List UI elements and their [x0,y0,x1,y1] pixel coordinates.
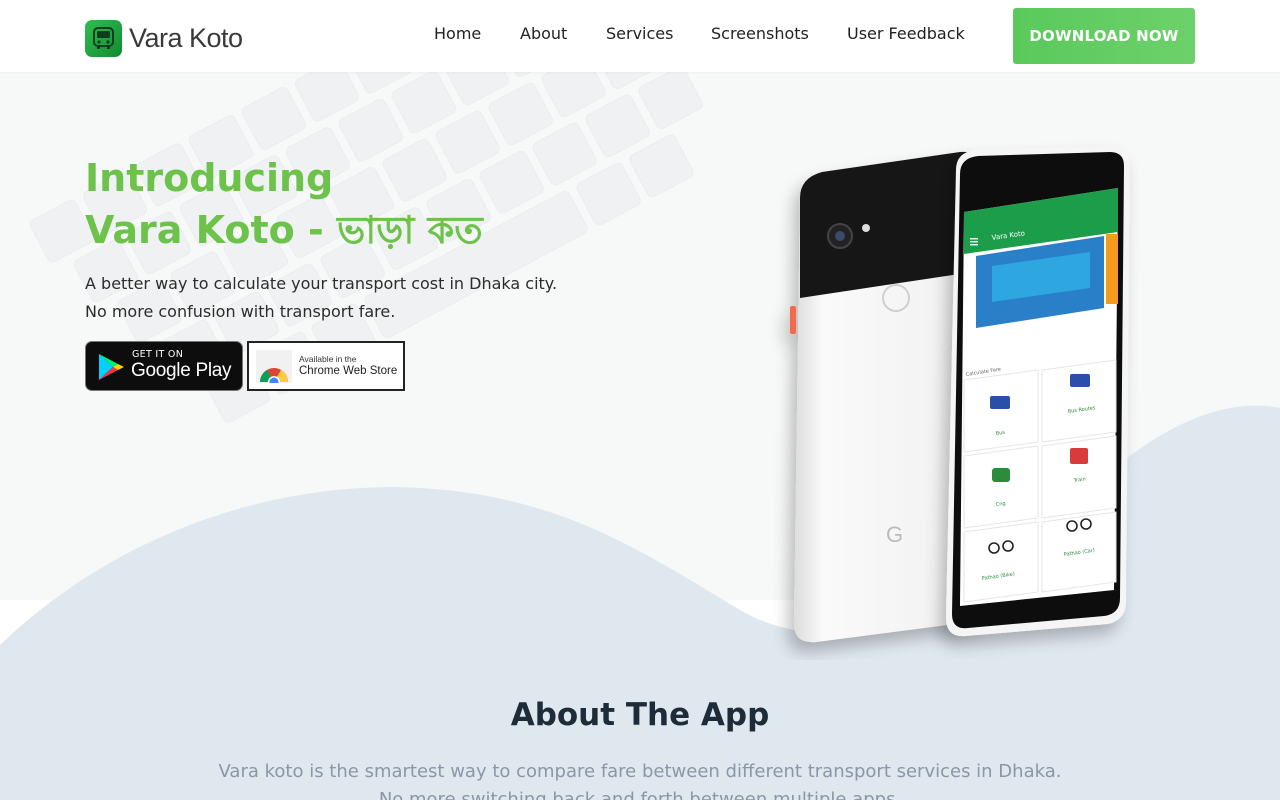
nav-services[interactable]: Services [606,24,673,43]
nav-about[interactable]: About [520,24,567,43]
svg-text:G: G [886,522,903,547]
phone-mockups-image: G Vara Koto Calculate Fare Bus Bus Route… [790,146,1130,643]
about-text-line1: Vara koto is the smartest way to compare… [218,761,1062,782]
menu-icon [970,238,978,246]
download-now-button[interactable]: DOWNLOAD NOW [1013,8,1195,64]
chrome-web-store-badge[interactable]: Available in the Chrome Web Store [247,341,405,391]
google-play-badge[interactable]: GET IT ON Google Play [85,341,243,391]
hero-subtitle-line1: A better way to calculate your transport… [85,274,558,293]
hero-title-line2: Vara Koto - ভাড়া কত [85,208,483,252]
about-section-title: About The App [510,697,770,733]
bus-routes-icon [1070,374,1090,387]
bus-icon [990,396,1010,409]
google-play-small-text: GET IT ON [132,349,184,360]
chrome-store-small-text: Available in the [299,354,357,364]
about-section-text: Vara koto is the smartest way to compare… [0,758,1280,800]
nav-user-feedback[interactable]: User Feedback [847,24,965,43]
hero-subtitle: A better way to calculate your transport… [85,270,557,326]
hero-subtitle-line2: No more confusion with transport fare. [85,302,396,321]
google-play-icon [99,354,124,380]
nav-screenshots[interactable]: Screenshots [711,24,809,43]
chrome-icon [256,350,292,388]
site-header: Vara Koto Home About Services Screenshot… [0,0,1280,72]
train-icon [1070,448,1088,464]
chrome-store-big-text: Chrome Web Store [299,365,398,377]
nav-home[interactable]: Home [434,24,481,43]
cng-icon [992,468,1010,482]
google-play-big-text: Google Play [131,360,232,381]
hero-title-line1: Introducing [85,156,334,200]
hero-title: Introducing Vara Koto - ভাড়া কত [85,152,483,256]
about-text-line2: No more switching back and forth between… [378,789,902,800]
